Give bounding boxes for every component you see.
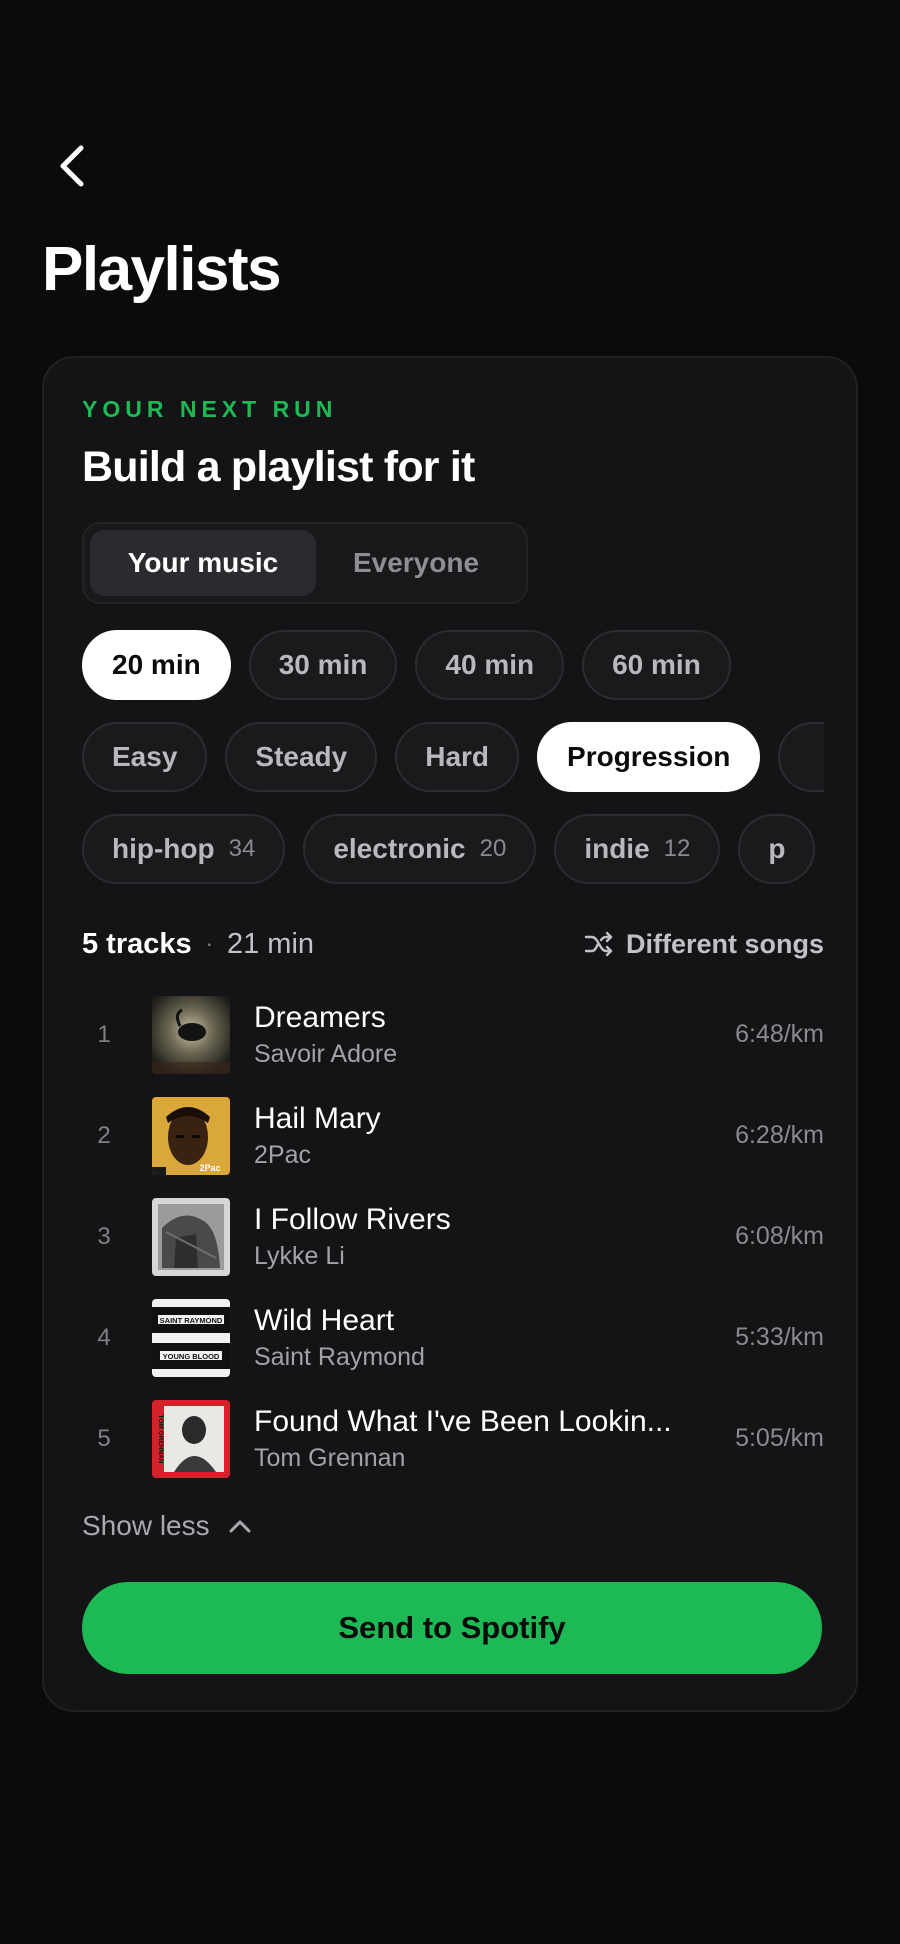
genre-count: 20 [479, 835, 507, 862]
track-pace: 6:08/km [735, 1222, 824, 1250]
track-artist: Lykke Li [254, 1241, 345, 1270]
track-number: 3 [97, 1222, 111, 1250]
genre-chips: hip-hop 34 electronic 20 indie 12 p [82, 814, 824, 888]
album-art-tom-grennan: TOM GRENNAN [152, 1399, 230, 1478]
track-pace: 6:48/km [735, 1020, 824, 1048]
playlist-builder-card: YOUR NEXT RUN Build a playlist for it Yo… [42, 356, 858, 1712]
duration-chip-20[interactable]: 20 min [82, 630, 231, 700]
intensity-chip-steady[interactable]: Steady [225, 722, 378, 792]
intensity-chips: Easy Steady Hard Progression [82, 722, 824, 796]
album-art-dreamers [152, 995, 230, 1074]
album-art-text: TOM GRENNAN [157, 1414, 164, 1463]
track-row[interactable]: 2 2Pac Hail Mary 2Pac 6:28/km [82, 1085, 824, 1186]
duration-chip-30[interactable]: 30 min [248, 630, 398, 700]
shuffle-icon [584, 931, 613, 957]
track-row[interactable]: 3 I Follow Rivers Lykke Li 6:08/km [82, 1186, 824, 1287]
music-source-toggle: Your music Everyone [82, 522, 528, 604]
genre-chip-indie[interactable]: indie 12 [554, 814, 721, 884]
intensity-chip-easy[interactable]: Easy [82, 722, 208, 792]
album-art-text: 2Pac [199, 1163, 220, 1173]
album-art-text: YOUNG BLOOD [163, 1352, 220, 1361]
total-duration: 21 min [226, 927, 315, 960]
track-number: 2 [97, 1121, 111, 1149]
track-row[interactable]: 1 Dreamers Savoir Adore 6:48/km [82, 984, 824, 1085]
show-less-button[interactable]: Show less [82, 1510, 252, 1542]
genre-chip-overflow[interactable]: p [738, 814, 816, 884]
album-art-text: SAINT RAYMOND [160, 1316, 223, 1325]
back-button[interactable] [50, 140, 94, 192]
duration-chips: 20 min 30 min 40 min 60 min [82, 630, 824, 704]
different-songs-button[interactable]: Different songs [584, 929, 824, 960]
genre-label: electronic [333, 833, 466, 864]
genre-chip-electronic[interactable]: electronic 20 [303, 814, 537, 884]
genre-label: hip-hop [112, 833, 215, 864]
track-artist: 2Pac [254, 1140, 311, 1169]
chevron-up-icon [229, 1520, 251, 1533]
track-artist: Saint Raymond [254, 1342, 425, 1371]
tracks-header: 5 tracks · 21 min Different songs [82, 924, 824, 964]
send-to-spotify-button[interactable]: Send to Spotify [82, 1582, 822, 1674]
intensity-chip-progression[interactable]: Progression [537, 722, 761, 792]
track-number: 4 [97, 1323, 111, 1351]
genre-count: 34 [228, 835, 256, 862]
genre-count: 12 [663, 835, 691, 862]
track-pace: 5:33/km [735, 1323, 824, 1351]
track-list: 1 Dreamers Savoir Adore 6:48/km 2 2Pac H… [82, 984, 824, 1489]
genre-label: p [768, 833, 786, 864]
track-pace: 5:05/km [735, 1424, 824, 1452]
show-less-label: Show less [82, 1510, 210, 1541]
page-title: Playlists [42, 235, 282, 304]
genre-label: indie [584, 833, 650, 864]
track-count: 5 tracks [82, 927, 192, 960]
track-row[interactable]: 5 TOM GRENNAN Found What I've Been Looki… [82, 1388, 824, 1489]
album-art-wild-heart: SAINT RAYMOND YOUNG BLOOD [152, 1298, 230, 1377]
card-title: Build a playlist for it [82, 443, 475, 491]
track-title: I Follow Rivers [254, 1202, 451, 1236]
intensity-chip-hard[interactable]: Hard [395, 722, 520, 792]
track-artist: Savoir Adore [254, 1039, 398, 1068]
tracks-summary: 5 tracks · 21 min [82, 928, 314, 961]
toggle-everyone[interactable]: Everyone [316, 530, 516, 596]
track-row[interactable]: 4 SAINT RAYMOND YOUNG BLOOD Wild Heart S… [82, 1287, 824, 1388]
chevron-left-icon [60, 145, 84, 187]
track-title: Hail Mary [254, 1101, 381, 1135]
track-number: 1 [97, 1020, 111, 1048]
different-songs-label: Different songs [625, 928, 824, 959]
intensity-chip-overflow[interactable] [778, 722, 824, 792]
toggle-your-music[interactable]: Your music [90, 530, 316, 596]
track-artist: Tom Grennan [254, 1443, 406, 1472]
track-title: Found What I've Been Lookin... [254, 1404, 672, 1438]
duration-chip-60[interactable]: 60 min [582, 630, 731, 700]
album-art-hail-mary: 2Pac [152, 1096, 230, 1175]
track-pace: 6:28/km [735, 1121, 824, 1149]
track-title: Dreamers [254, 1000, 386, 1034]
genre-chip-hip-hop[interactable]: hip-hop 34 [82, 814, 286, 884]
card-eyebrow: YOUR NEXT RUN [82, 396, 338, 422]
album-art-i-follow-rivers [152, 1197, 230, 1276]
duration-chip-40[interactable]: 40 min [415, 630, 565, 700]
track-title: Wild Heart [254, 1303, 395, 1337]
playlists-screen: Playlists YOUR NEXT RUN Build a playlist… [0, 0, 900, 1944]
track-number: 5 [97, 1424, 111, 1452]
separator-dot: · [205, 931, 213, 956]
